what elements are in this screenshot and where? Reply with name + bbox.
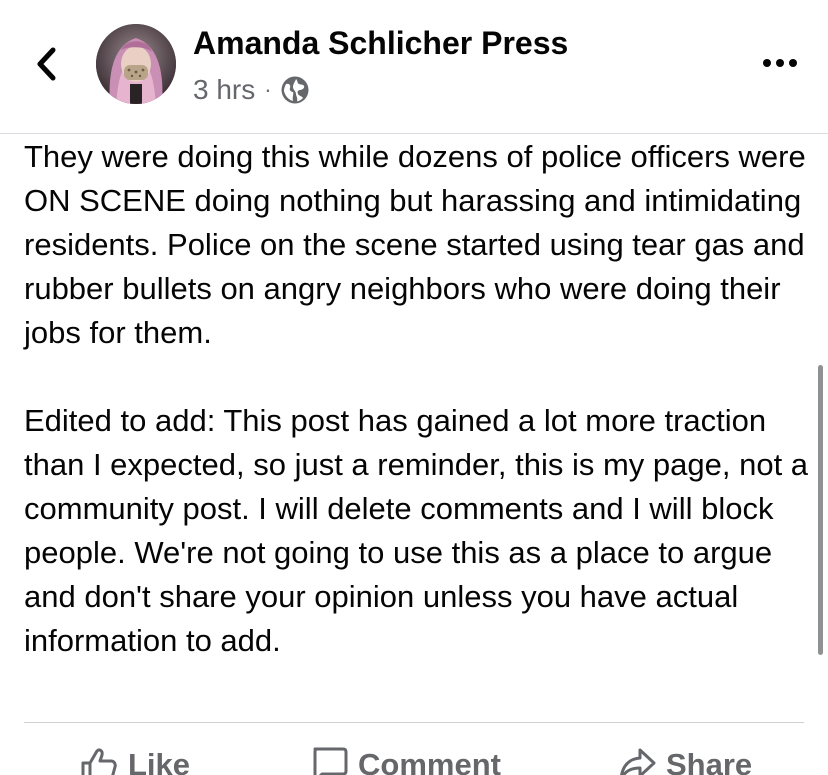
avatar-photo: [96, 24, 176, 104]
share-label: Share: [666, 747, 753, 775]
thumbs-up-icon: [81, 748, 117, 775]
post-text: They were doing this while dozens of pol…: [24, 135, 814, 663]
author-name[interactable]: Amanda Schlicher Press: [193, 25, 568, 62]
comment-icon: [313, 747, 348, 775]
comment-label: Comment: [358, 747, 501, 775]
post-paragraph: They were doing this while dozens of pol…: [24, 139, 815, 350]
more-dots-icon: [763, 59, 797, 67]
post-meta: 3 hrs ·: [193, 72, 310, 108]
share-button[interactable]: Share: [618, 740, 752, 775]
post-screen: Amanda Schlicher Press 3 hrs · They were…: [0, 0, 828, 775]
share-arrow-icon: [620, 748, 656, 775]
back-button[interactable]: [30, 44, 64, 84]
chevron-left-icon: [37, 47, 56, 81]
divider: [24, 722, 804, 723]
comment-button[interactable]: Comment: [310, 740, 501, 775]
meta-separator: ·: [264, 77, 272, 102]
like-label: Like: [128, 747, 191, 775]
post-actions-bar: Like Comment Share: [0, 740, 828, 775]
post-header: Amanda Schlicher Press 3 hrs ·: [0, 0, 828, 134]
post-paragraph: Edited to add: This post has gained a lo…: [24, 403, 817, 658]
like-button[interactable]: Like: [80, 740, 190, 775]
post-timestamp[interactable]: 3 hrs: [193, 74, 255, 106]
avatar[interactable]: [96, 24, 176, 104]
globe-icon: [281, 76, 309, 104]
more-options-button[interactable]: [758, 46, 802, 80]
scrollbar-thumb[interactable]: [818, 365, 823, 655]
